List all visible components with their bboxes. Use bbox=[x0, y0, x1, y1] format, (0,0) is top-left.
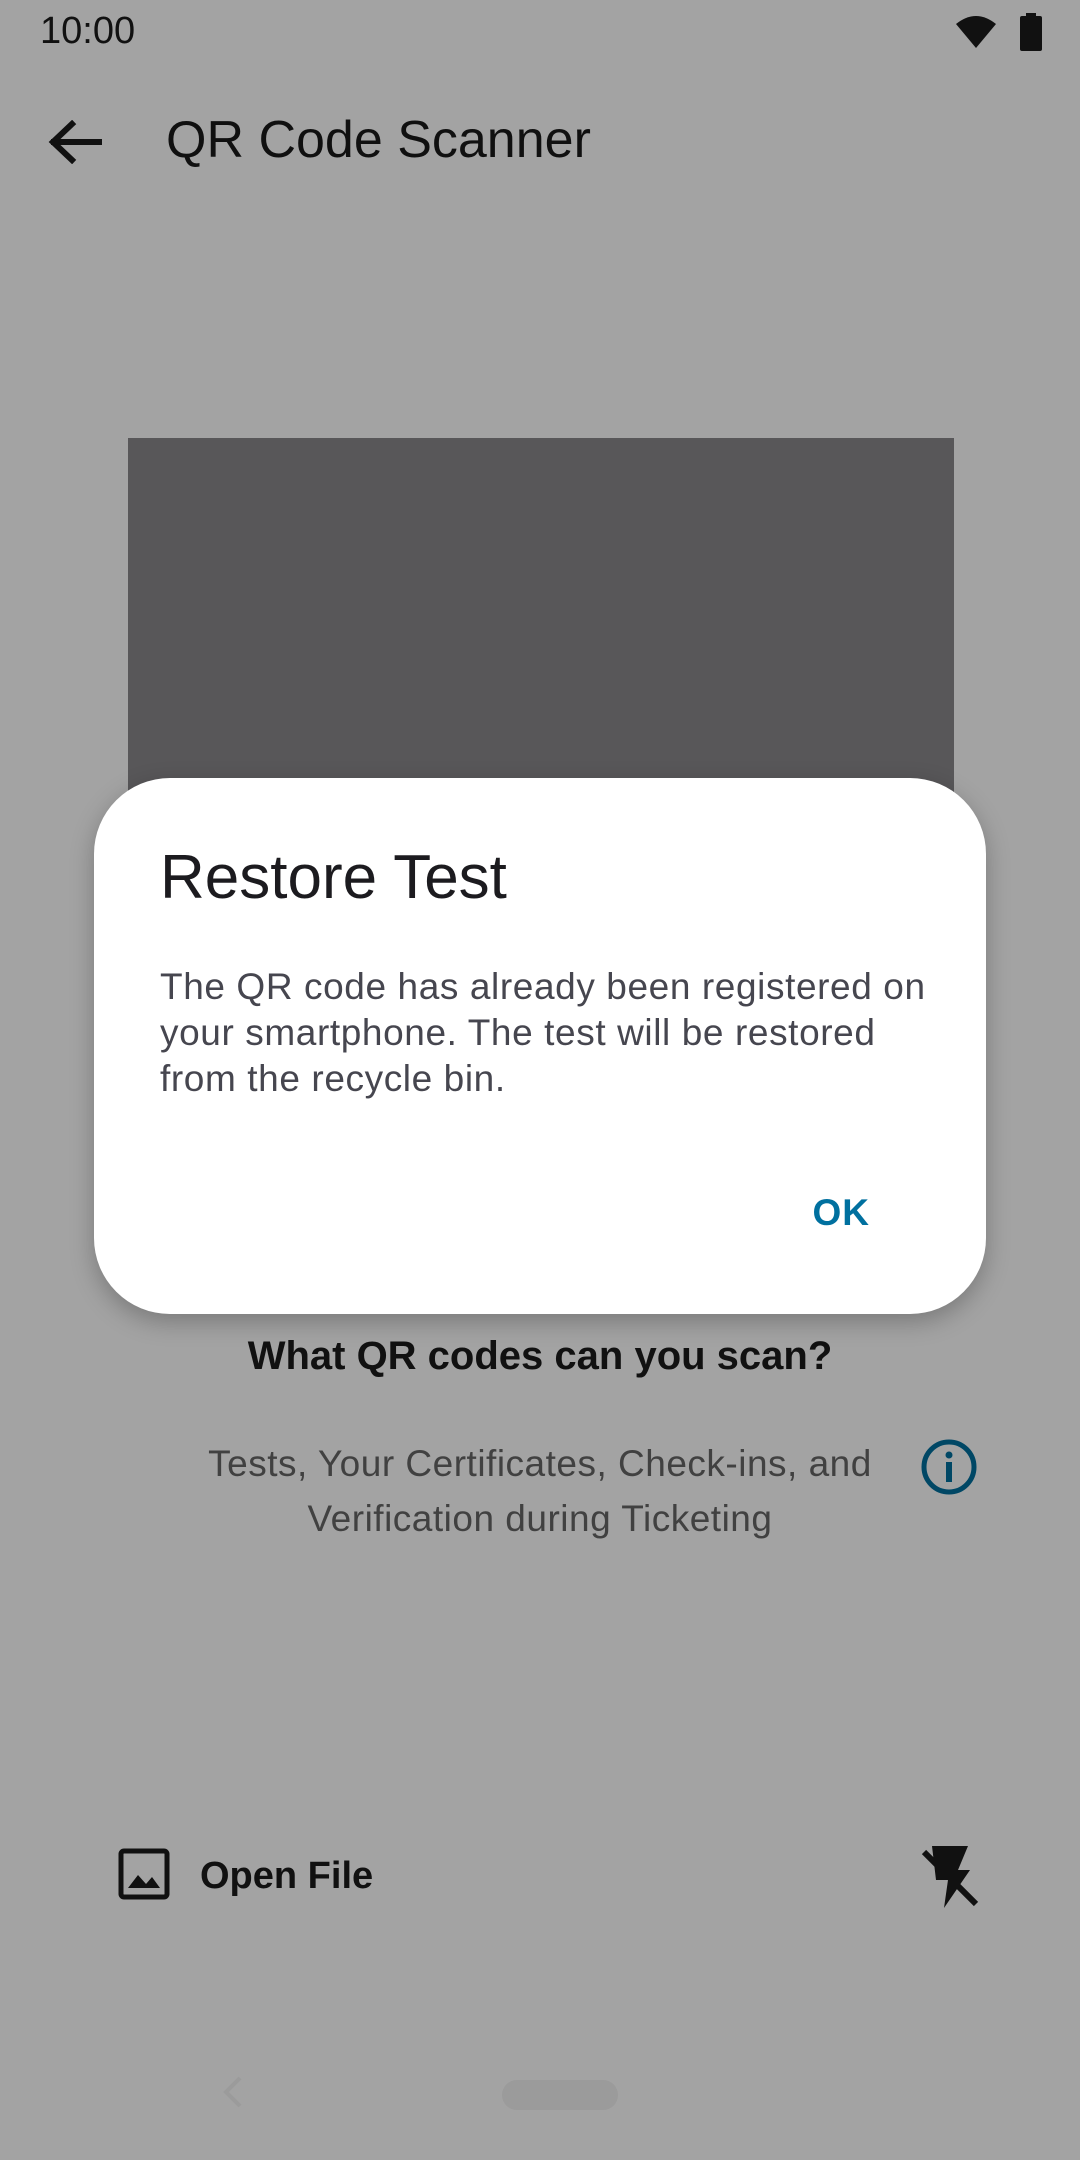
screen: 10:00 QR Code Scanner What QR codes can … bbox=[0, 0, 1080, 2160]
dialog-message: The QR code has already been registered … bbox=[160, 966, 926, 1099]
ok-button[interactable]: OK bbox=[801, 1182, 883, 1244]
restore-dialog: Restore Test The QR code has already bee… bbox=[94, 778, 986, 1314]
dialog-title: Restore Test bbox=[160, 843, 507, 912]
